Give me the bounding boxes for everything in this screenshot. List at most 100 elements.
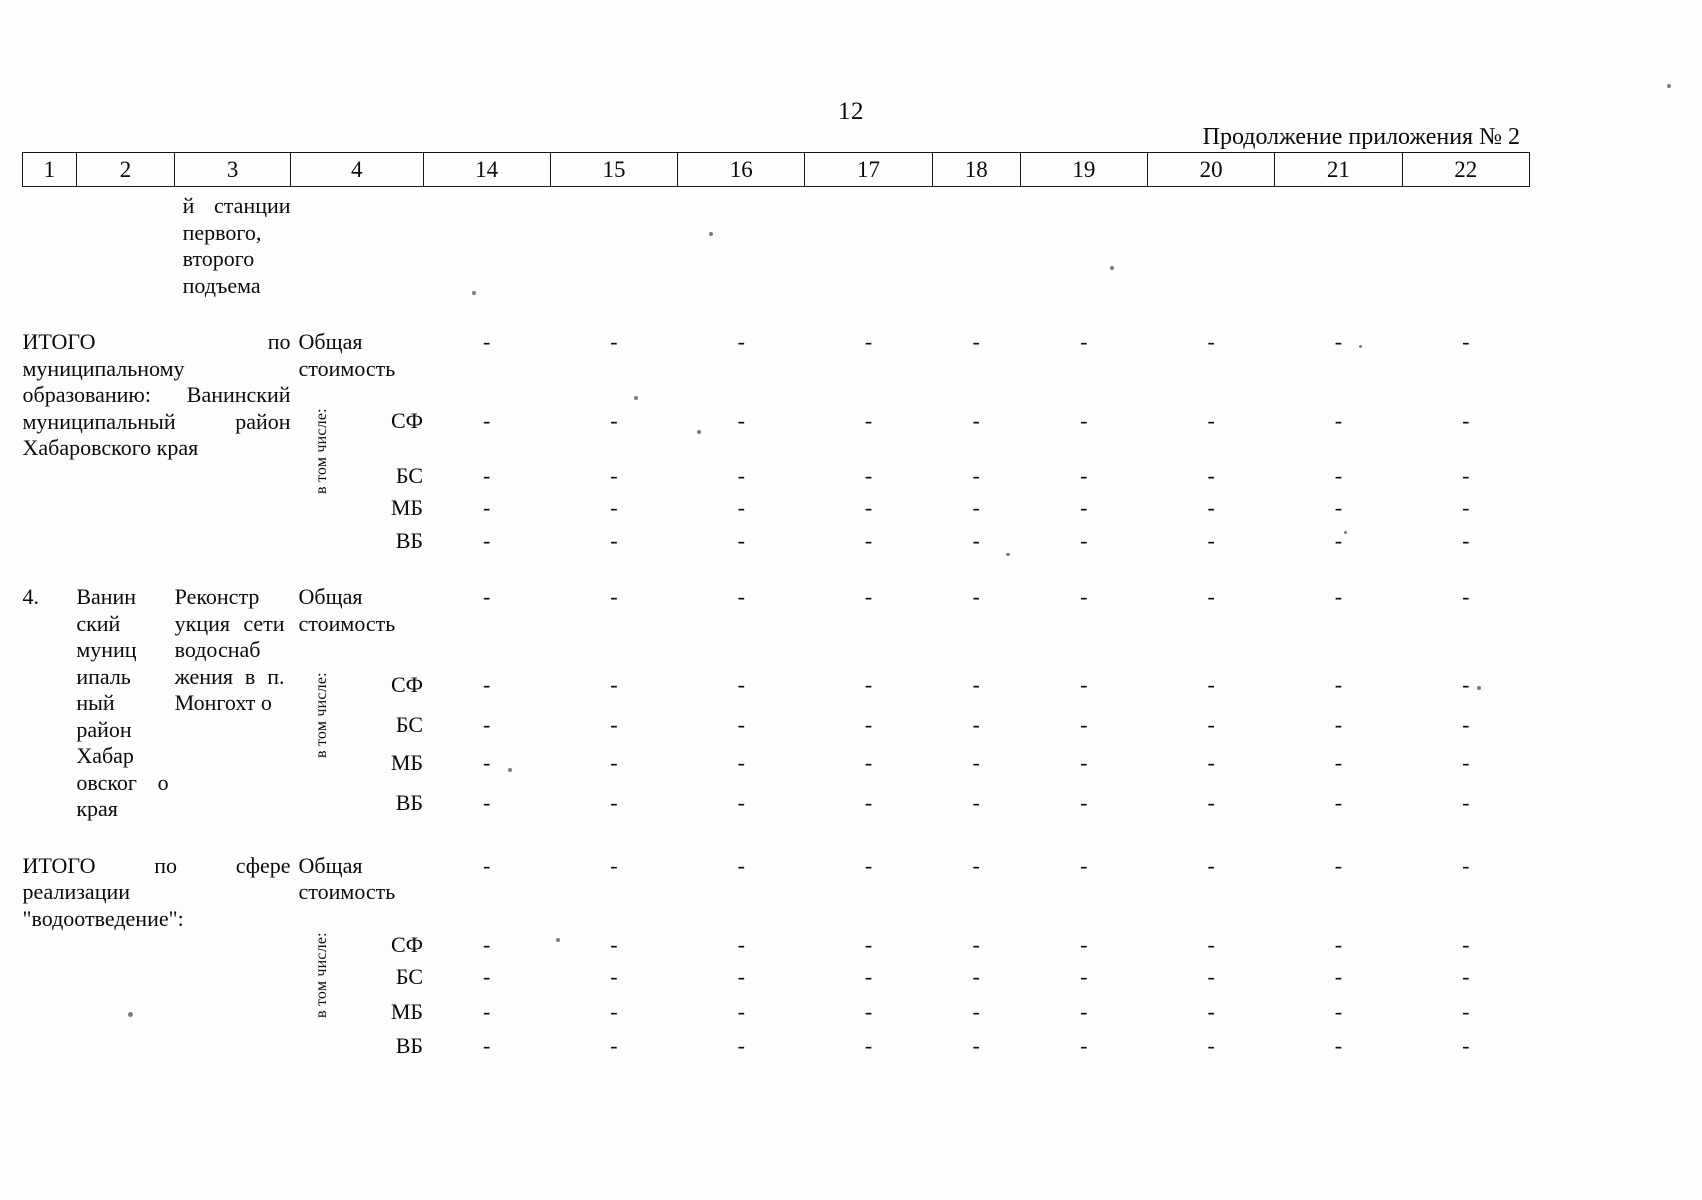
cell-value: - <box>1462 495 1470 520</box>
source-label-sf: СФ <box>390 931 424 957</box>
column-number-19: 19 <box>1019 152 1148 187</box>
cell-value: - <box>610 462 618 488</box>
table-body: й станции первого, второго подъема ИТОГО… <box>23 187 1530 1060</box>
scan-speck <box>697 430 701 434</box>
cell-value: - <box>610 998 618 1024</box>
cell-value: - <box>1462 931 1470 957</box>
cell-value: - <box>610 1033 618 1058</box>
table-row: й станции первого, второго подъема <box>23 187 1530 300</box>
cell-value: - <box>1334 408 1343 433</box>
cell-value: - <box>1462 789 1470 815</box>
column-number-2: 2 <box>75 152 176 187</box>
cell-value: - <box>483 527 491 553</box>
cell-value: - <box>737 852 745 878</box>
cell-value: - <box>1462 672 1470 698</box>
cell-value: - <box>483 329 491 354</box>
cell-value: - <box>972 964 980 989</box>
cell-value <box>932 187 1020 300</box>
cell-value <box>1147 187 1274 300</box>
cell-value: - <box>1462 1033 1470 1058</box>
column-number-row: 1 2 3 4 14 15 16 17 18 19 20 21 22 <box>22 152 1531 187</box>
cell-value: - <box>1462 527 1470 553</box>
cell-value: - <box>1334 1033 1343 1058</box>
cell-value <box>423 187 550 300</box>
cell-value: - <box>610 789 618 815</box>
cell-value: - <box>610 408 618 433</box>
cell-value: - <box>1080 789 1088 815</box>
cell-value: - <box>1207 749 1215 775</box>
item-number: 4. <box>22 584 40 609</box>
column-number-3: 3 <box>174 152 292 187</box>
source-label-sf-wrap: в том числе: СФ <box>291 382 424 494</box>
cell-value: - <box>972 749 980 775</box>
cell-value: - <box>972 495 980 520</box>
cell-value: - <box>1207 998 1215 1024</box>
cell-value: - <box>1334 931 1343 957</box>
cell-value: - <box>1334 672 1343 698</box>
cell-value: - <box>1207 408 1215 433</box>
cell-value: - <box>1207 495 1215 520</box>
table-row: ИТОГО по сфере реализации "водоотведение… <box>23 852 1530 931</box>
scan-speck <box>709 232 713 236</box>
cell-value: - <box>1207 329 1215 354</box>
cell-value: - <box>483 852 491 878</box>
cell-value: - <box>864 408 873 433</box>
column-number-16: 16 <box>677 152 806 187</box>
cell-value: - <box>737 711 745 737</box>
cell-value: - <box>1334 711 1343 737</box>
cell-value: - <box>864 964 873 989</box>
source-label-sf: СФ <box>390 408 424 433</box>
cell-value: - <box>1334 789 1343 815</box>
vertical-in-which-label: в том числе: <box>312 408 330 494</box>
cell-value: - <box>1207 789 1215 815</box>
cell-value: - <box>1080 527 1088 553</box>
cell-value: - <box>1080 749 1088 775</box>
cell-value: - <box>1207 672 1215 698</box>
cell-value: - <box>483 672 491 698</box>
cell-value: - <box>972 1033 980 1058</box>
cell-value: - <box>864 749 873 775</box>
cell-value: - <box>1080 329 1088 354</box>
cell-value: - <box>1207 527 1215 553</box>
cell-value: - <box>972 584 980 609</box>
scan-speck <box>1359 345 1362 348</box>
cell-value: - <box>737 462 745 488</box>
cell-value: - <box>610 964 618 989</box>
source-label-total: Общая стоимость <box>298 329 396 381</box>
cell-value: - <box>483 749 491 775</box>
cell-value: - <box>1080 964 1088 989</box>
cell-value: - <box>1334 998 1343 1024</box>
cell-value: - <box>864 329 873 354</box>
cell-value: - <box>737 1033 745 1058</box>
cell-value: - <box>1462 462 1470 488</box>
scan-speck <box>508 768 512 772</box>
cell-value: - <box>1462 408 1470 433</box>
cell-value: - <box>1080 462 1088 488</box>
cell-value: - <box>972 998 980 1024</box>
cell-value <box>1402 187 1529 300</box>
cell-value: - <box>483 964 491 989</box>
cell-value: - <box>610 527 618 553</box>
cell-value: - <box>1462 711 1470 737</box>
cell-value: - <box>1334 495 1343 520</box>
column-number-14: 14 <box>422 152 551 187</box>
cell-value: - <box>1207 711 1215 737</box>
row-spacer <box>23 823 1530 853</box>
source-label-sf: СФ <box>390 672 424 698</box>
data-table-wrapper: 1 2 3 4 14 15 16 17 18 19 20 21 22 й ста… <box>22 152 1531 1060</box>
cell-value: - <box>483 1033 491 1058</box>
cell-value: - <box>483 789 491 815</box>
cell-value: - <box>737 408 745 433</box>
row-spacer <box>23 299 1530 329</box>
cell-value <box>678 187 805 300</box>
cell-value: - <box>610 749 618 775</box>
cell-value: - <box>737 329 745 354</box>
scan-speck <box>1477 686 1481 690</box>
cell-value: - <box>1462 964 1470 989</box>
cell-value: - <box>1462 329 1470 354</box>
cell-value: - <box>972 672 980 698</box>
item-object-name: Реконстр укция сети водоснаб жения в п. … <box>174 584 285 715</box>
cell-value: - <box>1080 408 1088 433</box>
column-number-15: 15 <box>549 152 679 187</box>
cell-value: - <box>1080 711 1088 737</box>
